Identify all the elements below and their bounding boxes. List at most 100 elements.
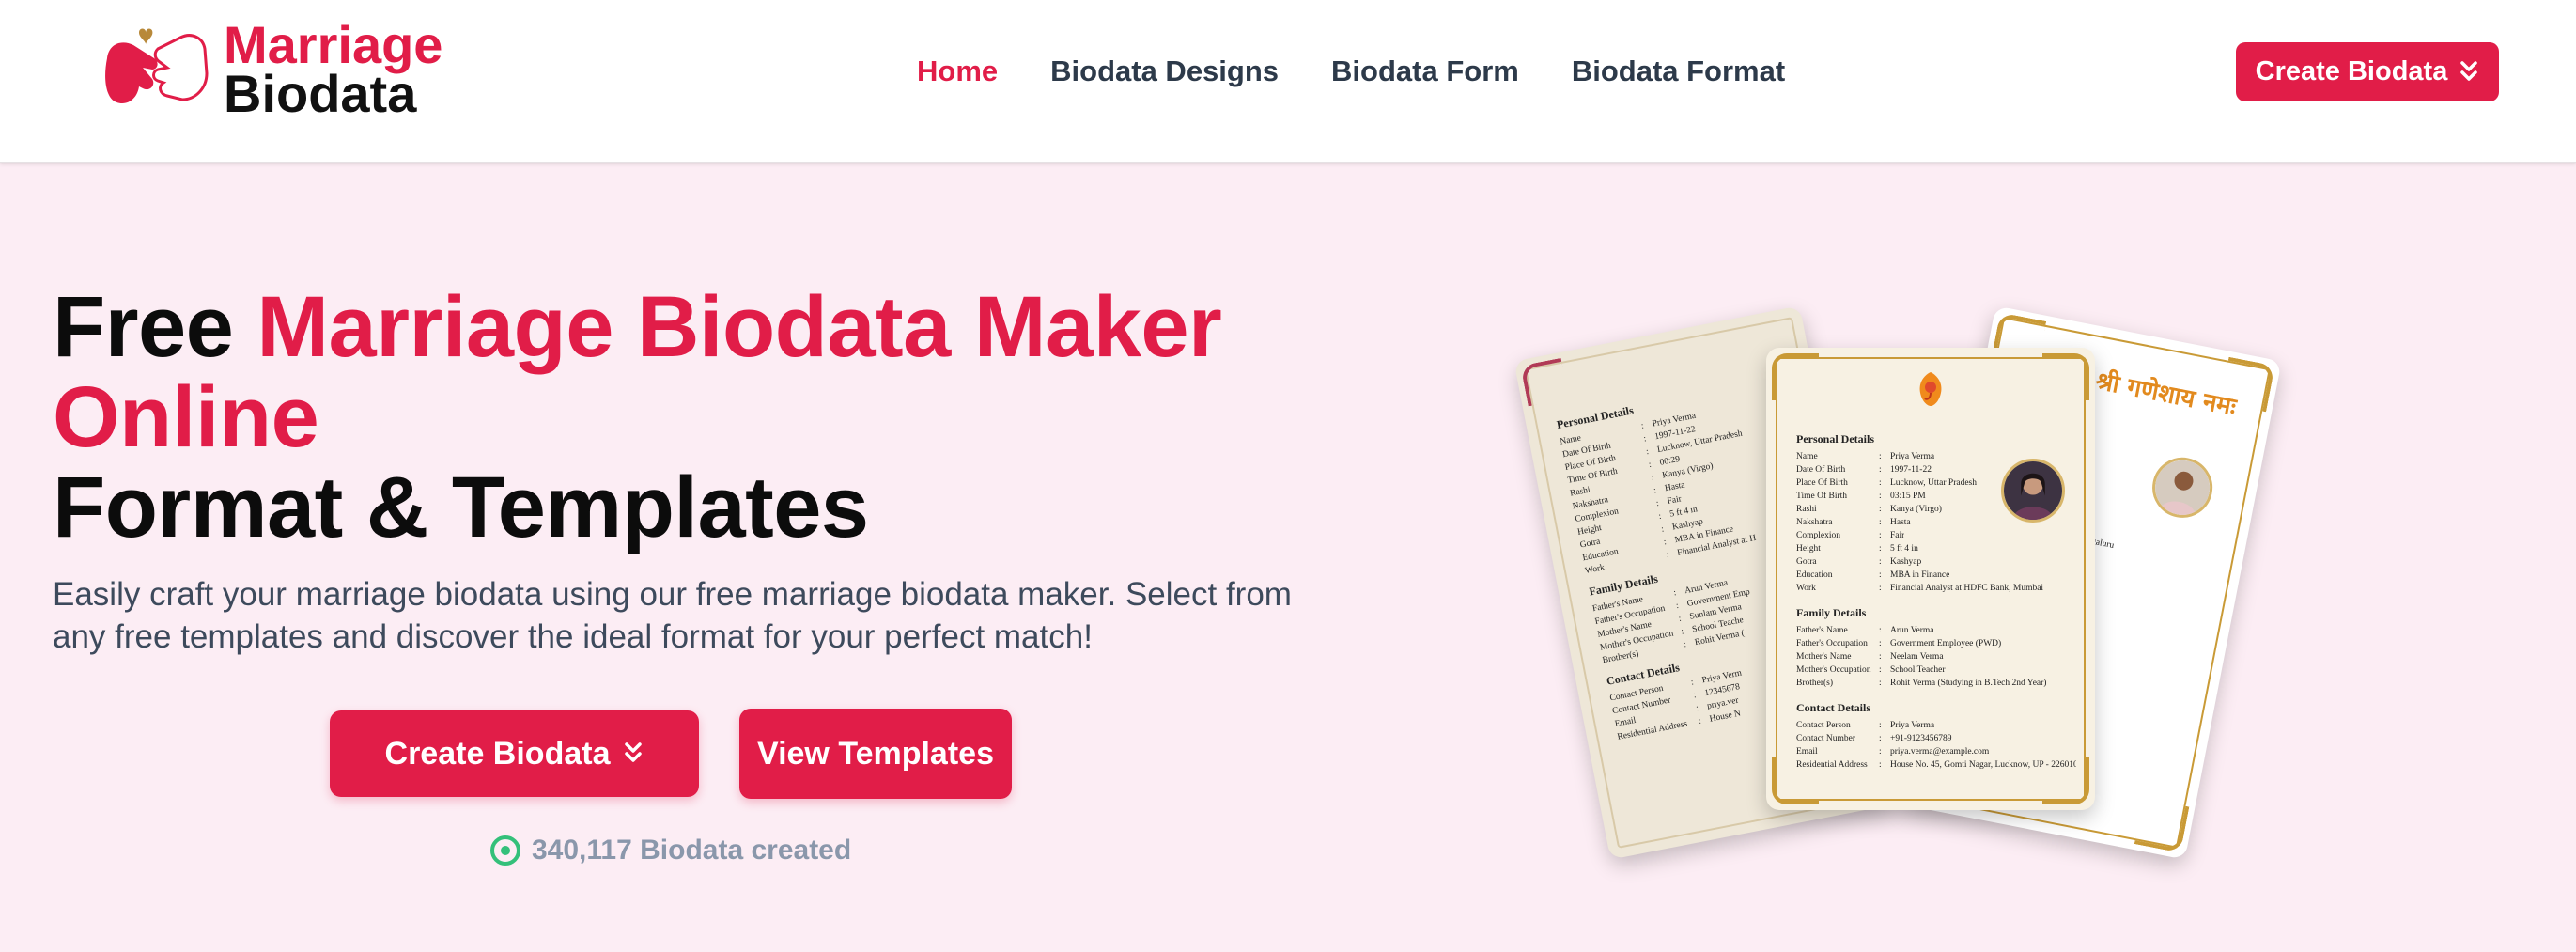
detail-value: School Teacher xyxy=(1890,665,1946,675)
detail-key: Height xyxy=(1796,544,1821,554)
detail-colon: : xyxy=(1879,492,1882,501)
detail-row: Time Of Birth:03:15 PM xyxy=(1796,490,2076,503)
main-nav: Home Biodata Designs Biodata Form Biodat… xyxy=(917,49,1785,94)
detail-colon: : xyxy=(1879,747,1882,757)
hero-title: Free Marriage Biodata Maker Online Forma… xyxy=(53,282,1349,553)
hero-title-part2: Format & Templates xyxy=(53,460,869,555)
nav-biodata-format[interactable]: Biodata Format xyxy=(1572,49,1785,94)
detail-value: 1997-11-22 xyxy=(1890,465,1932,475)
section-title: Contact Details xyxy=(1796,701,1870,714)
detail-key: Education xyxy=(1796,570,1833,580)
detail-colon: : xyxy=(1879,518,1882,527)
detail-colon: : xyxy=(1879,760,1882,770)
detail-row: Father's Occupation: Government Employee … xyxy=(1796,637,2076,650)
detail-colon: : xyxy=(1879,665,1882,675)
create-biodata-button[interactable]: Create Biodata xyxy=(330,710,699,797)
detail-value: 5 ft 4 in xyxy=(1890,544,1918,554)
live-dot-icon xyxy=(490,835,520,866)
detail-colon: : xyxy=(1879,531,1882,540)
detail-key: Father's Occupation xyxy=(1796,639,1868,648)
detail-value: Lucknow, Uttar Pradesh xyxy=(1890,478,1977,488)
chevron-double-down-icon xyxy=(625,742,643,762)
section-title: Family Details xyxy=(1796,606,1867,619)
biodata-counter: 340,117 Biodata created xyxy=(490,835,851,866)
hero-subtitle: Easily craft your marriage biodata using… xyxy=(53,576,1292,655)
brand-logo[interactable]: Marriage Biodata xyxy=(101,19,449,124)
ornament-corner-icon xyxy=(2042,353,2089,400)
detail-row: Gotra: Kashyap xyxy=(1796,555,2076,569)
detail-row: Height:5 ft 4 in xyxy=(1796,542,2076,555)
detail-row: Education: MBA in Finance xyxy=(1796,569,2076,582)
detail-key: Name xyxy=(1796,452,1818,461)
detail-row: Work: Financial Analyst at HDFC Bank, Mum… xyxy=(1796,582,2076,595)
template-card-center[interactable]: Personal Details Name: Priya Verma Date Of… xyxy=(1766,348,2095,810)
detail-value: Neelam Verma xyxy=(1890,652,1944,662)
detail-row: Residential Address: House No. 45, Gomti … xyxy=(1796,758,2076,772)
detail-colon: : xyxy=(1879,639,1882,648)
chevron-double-down-icon xyxy=(2460,60,2478,81)
detail-key: Contact Number xyxy=(1796,734,1856,743)
detail-colon: : xyxy=(1879,584,1882,593)
detail-row: Mother's Name: Neelam Verma xyxy=(1796,650,2076,663)
detail-key: Email xyxy=(1796,747,1818,757)
detail-colon: : xyxy=(1879,544,1882,554)
biodata-template-previews: Personal Details Name: Priya Verma Date Of… xyxy=(1503,301,2349,865)
nav-biodata-designs[interactable]: Biodata Designs xyxy=(1050,49,1279,94)
detail-colon: : xyxy=(1879,626,1882,635)
detail-value: House No. 45, Gomti Nagar, Lucknow, UP -… xyxy=(1890,760,2076,770)
nav-home[interactable]: Home xyxy=(917,49,998,94)
ornament-corner-icon xyxy=(1772,353,1819,400)
detail-value: Hasta xyxy=(1890,518,1911,527)
detail-colon: : xyxy=(1879,452,1882,461)
header-create-biodata-button[interactable]: Create Biodata xyxy=(2236,42,2499,101)
hero-title-part1: Free xyxy=(53,279,257,375)
detail-value: +91-9123456789 xyxy=(1890,734,1952,743)
section-title: Personal Details xyxy=(1796,432,1874,445)
detail-list: Name: Priya Verma Date Of Birth:1997-11-22… xyxy=(1796,450,2076,595)
detail-row: Nakshatra: Hasta xyxy=(1796,516,2076,529)
detail-value: Rohit Verma (Studying in B.Tech 2nd Year… xyxy=(1890,679,2047,688)
detail-key: Date Of Birth xyxy=(1796,465,1846,475)
detail-colon: : xyxy=(1879,679,1882,688)
detail-key: Brother(s) xyxy=(1796,679,1834,688)
detail-row: Place Of Birth: Lucknow, Uttar Pradesh xyxy=(1796,476,2076,490)
detail-colon: : xyxy=(1879,478,1882,488)
detail-row: Contact Person: Priya Verma xyxy=(1796,719,2076,732)
detail-colon: : xyxy=(1879,721,1882,730)
nav-biodata-form[interactable]: Biodata Form xyxy=(1331,49,1519,94)
detail-row: Email: priya.verma@example.com xyxy=(1796,745,2076,758)
detail-value: Government Employee (PWD) xyxy=(1890,639,2002,648)
detail-colon: : xyxy=(1879,570,1882,580)
detail-row: Complexion: Fair xyxy=(1796,529,2076,542)
detail-list: Contact Person: Priya Verma Contact Number… xyxy=(1796,719,2076,772)
detail-key: Mother's Name xyxy=(1796,652,1852,662)
detail-row: Rashi: Kanya (Virgo) xyxy=(1796,503,2076,516)
detail-value: Kashyap xyxy=(1890,557,1922,567)
ornament-corner-icon xyxy=(1520,357,1569,407)
detail-row: Date Of Birth:1997-11-22 xyxy=(1796,463,2076,476)
detail-key: Time Of Birth xyxy=(1796,492,1848,501)
view-templates-button[interactable]: View Templates xyxy=(739,709,1012,799)
detail-row: Mother's Occupation: School Teacher xyxy=(1796,663,2076,677)
logo-line-biodata: Biodata xyxy=(224,64,417,123)
detail-value: Fair xyxy=(1890,531,1905,540)
detail-key: Gotra xyxy=(1796,557,1817,567)
create-biodata-label: Create Biodata xyxy=(384,735,611,772)
detail-row: Father's Name: Arun Verma xyxy=(1796,624,2076,637)
detail-key: Work xyxy=(1796,584,1816,593)
detail-key: Rashi xyxy=(1796,505,1817,514)
detail-list: Father's Name: Arun Verma Father's Occupat… xyxy=(1796,624,2076,690)
header-create-biodata-label: Create Biodata xyxy=(2255,56,2448,86)
detail-value: priya.verma@example.com xyxy=(1890,747,1990,757)
card-center-content: Personal Details Name: Priya Verma Date Of… xyxy=(1796,425,2076,772)
detail-key: Nakshatra xyxy=(1796,518,1833,527)
detail-key: Complexion xyxy=(1796,531,1840,540)
detail-colon: : xyxy=(1879,652,1882,662)
detail-key: Place Of Birth xyxy=(1796,478,1848,488)
detail-value: Financial Analyst at HDFC Bank, Mumbai xyxy=(1890,584,2044,593)
ganesha-icon xyxy=(1919,372,1942,406)
logo-wordmark: Marriage Biodata xyxy=(224,19,442,123)
detail-key: Mother's Occupation xyxy=(1796,665,1871,675)
biodata-counter-text: 340,117 Biodata created xyxy=(532,835,852,866)
site-header: Marriage Biodata Home Biodata Designs Bi… xyxy=(0,0,2576,163)
